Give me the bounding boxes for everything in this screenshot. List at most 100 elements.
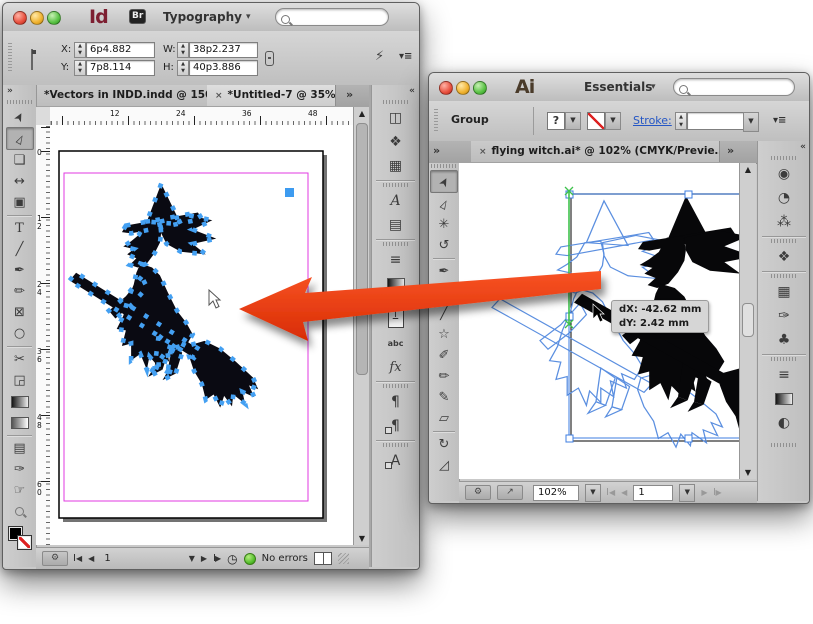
next-page-button[interactable]: ▶ — [701, 488, 707, 497]
rotate-tool[interactable]: ↻ — [431, 434, 457, 455]
tab-vectors-in-indd[interactable]: *Vectors in INDD.indd @ 150% — [36, 85, 215, 106]
version-cue-button[interactable]: ⚙ — [42, 551, 68, 566]
selection-tool[interactable]: ➤ — [430, 170, 458, 193]
reference-point-proxy[interactable] — [31, 49, 33, 70]
frame-tool[interactable]: ⊠ — [7, 302, 33, 323]
zoom-tool[interactable] — [7, 501, 33, 522]
pencil-tool[interactable]: ✏ — [7, 281, 33, 302]
panel-grip[interactable] — [8, 43, 12, 73]
x-stepper[interactable]: ▲▼ — [74, 42, 86, 58]
close-button[interactable] — [439, 81, 453, 95]
layers-panel-button[interactable]: ❖ — [767, 245, 801, 269]
pages-panel-button[interactable]: ◫ — [379, 106, 413, 130]
pen-tool[interactable]: ✒ — [7, 260, 33, 281]
y-stepper[interactable]: ▲▼ — [74, 60, 86, 76]
previous-page-button[interactable]: ◀ — [88, 554, 94, 563]
dock-grip[interactable] — [771, 156, 797, 160]
last-page-button[interactable]: ▶ — [213, 554, 221, 563]
artboard-number-field[interactable]: 1 — [633, 485, 673, 501]
spread-view-icon[interactable] — [314, 552, 332, 565]
ruler-origin-box[interactable] — [36, 107, 51, 126]
illustrator-vertical-scrollbar[interactable]: ▲ ▼ — [739, 163, 756, 479]
page-number-value[interactable]: 1 — [104, 553, 110, 564]
dock-grip[interactable] — [383, 242, 409, 246]
fill-color-swatch[interactable]: ? — [547, 112, 565, 130]
close-icon[interactable]: × — [215, 91, 223, 101]
scroll-up-icon[interactable]: ▲ — [740, 165, 756, 174]
tab-overflow-icon[interactable]: » — [346, 88, 353, 101]
page-dropdown-icon[interactable]: ▼ — [189, 554, 195, 563]
close-button[interactable] — [13, 11, 27, 25]
fill-dropdown-icon[interactable]: ▼ — [565, 112, 581, 130]
star-tool[interactable]: ☆ — [431, 324, 457, 345]
pen-tool[interactable]: ✒ — [431, 261, 457, 282]
page-tool[interactable]: ❏ — [7, 150, 33, 171]
artboard-dropdown-icon[interactable]: ▼ — [679, 484, 695, 502]
blob-brush-tool[interactable]: ✎ — [431, 387, 457, 408]
indesign-vertical-scrollbar[interactable]: ▲ ▼ — [353, 107, 370, 545]
dock-grip[interactable] — [431, 164, 457, 168]
gradient-swatch-tool[interactable] — [7, 391, 33, 412]
indesign-titlebar[interactable]: Id Br Typography ▾ — [3, 3, 419, 32]
hand-tool[interactable]: ☞ — [7, 480, 33, 501]
resize-grip[interactable] — [338, 553, 349, 564]
scrollbar-thumb[interactable] — [356, 123, 368, 375]
dock-grip[interactable] — [383, 183, 409, 187]
dock-collapse-icon[interactable]: « — [758, 141, 810, 155]
first-page-button[interactable]: ◀ — [607, 488, 615, 497]
dock-grip[interactable] — [771, 357, 797, 361]
previous-page-button[interactable]: ◀ — [621, 488, 627, 497]
tab-flying-witch[interactable]: ×flying witch.ai* @ 102% (CMYK/Previe… — [471, 141, 720, 162]
share-button[interactable]: ↗ — [497, 485, 523, 500]
gradient-feather-tool[interactable] — [7, 412, 33, 433]
zoom-window-button[interactable] — [47, 11, 61, 25]
scroll-up-icon[interactable]: ▲ — [354, 109, 370, 118]
dock-collapse-icon[interactable]: » — [3, 85, 36, 99]
type-tool[interactable]: T — [7, 218, 33, 239]
gradient-panel-button[interactable] — [767, 387, 801, 411]
workspace-switcher[interactable]: Typography — [163, 10, 242, 24]
type-tool[interactable]: T — [431, 282, 457, 303]
dock-grip[interactable] — [771, 443, 797, 447]
line-tool[interactable]: ╱ — [7, 239, 33, 260]
preflight-clock-icon[interactable]: ◷ — [227, 552, 237, 566]
version-cue-button[interactable]: ⚙ — [465, 485, 491, 500]
line-tool[interactable]: ╱ — [431, 303, 457, 324]
zoom-window-button[interactable] — [473, 81, 487, 95]
eyedropper-tool[interactable]: ✑ — [7, 459, 33, 480]
quick-apply-icon[interactable]: ⚡ — [375, 49, 384, 64]
vertical-ruler[interactable]: 0 1 2 2 4 3 6 4 8 6 0 — [36, 125, 51, 545]
first-page-button[interactable]: ◀ — [74, 554, 82, 563]
close-icon[interactable]: × — [479, 147, 487, 157]
panel-menu-icon[interactable]: ▾≡ — [773, 115, 786, 126]
story-panel-button[interactable]: T — [379, 307, 413, 331]
stroke-panel-button[interactable]: ≡ — [767, 363, 801, 387]
fill-stroke-control[interactable] — [7, 525, 33, 551]
panel-grip[interactable] — [434, 109, 438, 133]
note-tool[interactable]: ▤ — [7, 438, 33, 459]
h-stepper[interactable]: ▲▼ — [177, 60, 189, 76]
stroke-weight-dropdown-icon[interactable]: ▼ — [743, 112, 759, 132]
minimize-button[interactable] — [456, 81, 470, 95]
effects-panel-button[interactable]: fx — [379, 355, 413, 379]
lasso-tool[interactable]: ↺ — [431, 235, 457, 256]
zoom-level-field[interactable]: 102% — [533, 485, 579, 501]
symbols-panel-button[interactable]: ♣ — [767, 328, 801, 352]
color-panel-button[interactable]: ◉ — [767, 162, 801, 186]
h-field[interactable]: 40p3.886 — [189, 60, 258, 76]
dock-grip[interactable] — [383, 301, 409, 305]
last-page-button[interactable]: ▶ — [713, 488, 721, 497]
magic-wand-tool[interactable]: ✳ — [431, 214, 457, 235]
stroke-swatch[interactable] — [17, 535, 32, 550]
dock-grip[interactable] — [771, 239, 797, 243]
dock-grip[interactable] — [383, 443, 409, 447]
text-wrap-panel-button[interactable]: ▤ — [379, 213, 413, 237]
w-field[interactable]: 38p2.237 — [189, 42, 258, 58]
constrain-proportions-icon[interactable] — [265, 51, 274, 66]
w-stepper[interactable]: ▲▼ — [177, 42, 189, 58]
dock-collapse-icon[interactable]: » — [433, 144, 440, 157]
stroke-weight-stepper[interactable]: ▲▼ — [675, 112, 687, 130]
dock-grip[interactable] — [383, 100, 409, 104]
dock-divider[interactable] — [369, 85, 371, 567]
minimize-button[interactable] — [30, 11, 44, 25]
